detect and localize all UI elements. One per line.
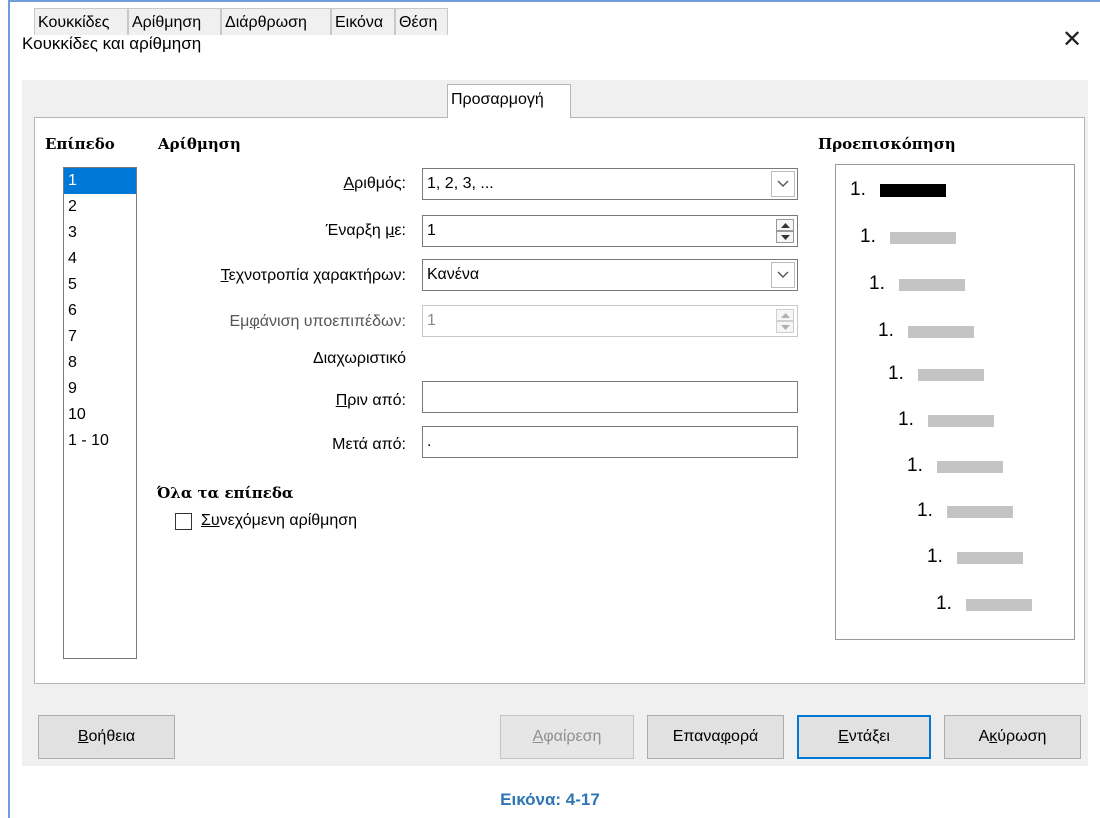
level-list[interactable]: 1 2 3 4 5 6 7 8 9 10 1 - 10 xyxy=(63,167,137,659)
chevron-down-icon xyxy=(777,271,789,278)
reset-button[interactable]: Επαναφορά xyxy=(647,715,784,759)
level-item[interactable]: 1 - 10 xyxy=(64,428,136,454)
all-levels-header: Όλα τα επίπεδα xyxy=(157,484,294,502)
spin-up-button[interactable] xyxy=(776,219,794,231)
preview-panel: 1. 1. 1. 1. 1. 1. 1. 1. 1. 1. xyxy=(835,164,1075,640)
level-item[interactable]: 2 xyxy=(64,194,136,220)
number-label-rest: ριθμός: xyxy=(354,175,406,192)
before-label: Πριν από: xyxy=(335,392,406,409)
after-value: . xyxy=(427,433,432,450)
after-input[interactable]: . xyxy=(422,426,798,458)
arrow-up-icon xyxy=(781,223,790,228)
level-header: Επίπεδο xyxy=(45,135,115,153)
arrow-down-icon xyxy=(781,235,790,240)
after-label: Μετά από: xyxy=(332,436,406,453)
number-label: Αριθμός: xyxy=(343,175,407,192)
level-item[interactable]: 5 xyxy=(64,272,136,298)
level-item[interactable]: 8 xyxy=(64,350,136,376)
before-input[interactable] xyxy=(422,381,798,413)
number-format-select[interactable]: 1, 2, 3, ... xyxy=(422,168,798,200)
tab-customize[interactable]: Προσαρμογή xyxy=(447,84,571,118)
ok-button[interactable]: Εντάξει xyxy=(797,715,931,759)
figure-caption: Εικόνα: 4-17 xyxy=(500,790,600,809)
cancel-button[interactable]: Ακύρωση xyxy=(944,715,1081,759)
arrow-down-icon xyxy=(781,325,790,330)
spin-down-button[interactable] xyxy=(776,231,794,243)
tab-outline[interactable]: Διάρθρωση xyxy=(221,8,331,35)
sublevels-spinbox[interactable]: 1 xyxy=(422,305,798,337)
charstyle-label: Τεχνοτροπία χαρακτήρων: xyxy=(220,267,406,284)
charstyle-dropdown-button[interactable] xyxy=(771,262,795,288)
level-item[interactable]: 3 xyxy=(64,220,136,246)
level-item[interactable]: 6 xyxy=(64,298,136,324)
tab-position[interactable]: Θέση xyxy=(395,8,448,35)
charstyle-select[interactable]: Κανένα xyxy=(422,259,798,291)
tab-image[interactable]: Εικόνα xyxy=(331,8,395,35)
start-label: Έναρξη με: xyxy=(325,222,406,239)
start-spinbox[interactable]: 1 xyxy=(422,215,798,247)
arrow-up-icon xyxy=(781,313,790,318)
separator-label: Διαχωριστικό xyxy=(312,350,406,367)
sublevels-label: Εμφάνιση υποεπιπέδων: xyxy=(229,313,407,330)
dialog-title: Κουκκίδες και αρίθμηση xyxy=(22,34,202,53)
help-button[interactable]: Βοήθεια xyxy=(38,715,175,759)
spin-up-button[interactable] xyxy=(776,309,794,321)
number-format-value: 1, 2, 3, ... xyxy=(427,175,494,192)
preview-header: Προεπισκόπηση xyxy=(818,135,956,153)
start-value: 1 xyxy=(427,222,436,239)
tab-numbering[interactable]: Αρίθμηση xyxy=(128,8,221,35)
level-item[interactable]: 9 xyxy=(64,376,136,402)
remove-button[interactable]: Αφαίρεση xyxy=(500,715,634,759)
numbering-header: Αρίθμηση xyxy=(158,135,241,153)
level-item[interactable]: 4 xyxy=(64,246,136,272)
number-format-dropdown-button[interactable] xyxy=(771,171,795,197)
level-item[interactable]: 10 xyxy=(64,402,136,428)
consecutive-numbering-label: Συνεχόμενη αρίθμηση xyxy=(201,512,358,529)
chevron-down-icon xyxy=(777,180,789,187)
spin-down-button[interactable] xyxy=(776,321,794,333)
close-icon[interactable]: ✕ xyxy=(1058,26,1086,54)
consecutive-numbering-checkbox[interactable] xyxy=(175,513,192,530)
level-item[interactable]: 7 xyxy=(64,324,136,350)
charstyle-value: Κανένα xyxy=(427,266,480,283)
sublevels-value: 1 xyxy=(427,312,436,329)
tab-bullets[interactable]: Κουκκίδες xyxy=(34,8,128,35)
level-item[interactable]: 1 xyxy=(64,168,136,194)
